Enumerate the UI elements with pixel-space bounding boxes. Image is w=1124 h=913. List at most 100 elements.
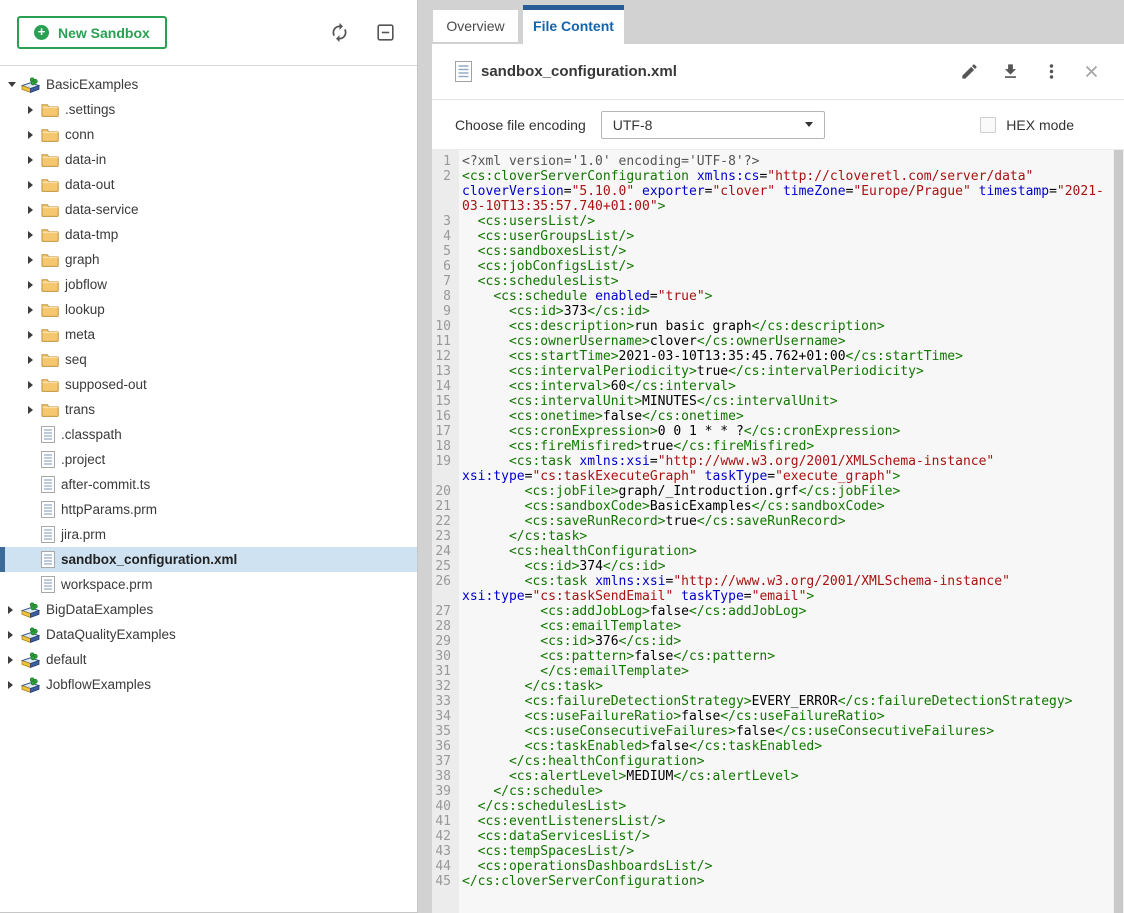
chevron-right-icon[interactable] bbox=[28, 205, 41, 215]
tree-item-jira-prm[interactable]: jira.prm bbox=[0, 522, 417, 547]
new-sandbox-button[interactable]: + New Sandbox bbox=[17, 16, 167, 49]
code-viewer[interactable]: 1<?xml version='1.0' encoding='UTF-8'?>2… bbox=[432, 150, 1124, 913]
tree-item-lookup[interactable]: lookup bbox=[0, 297, 417, 322]
tree-item-data-in[interactable]: data-in bbox=[0, 147, 417, 172]
tree-item-basicexamples[interactable]: BasicExamples bbox=[0, 72, 417, 97]
tree-item-sandbox-configuration-xml[interactable]: sandbox_configuration.xml bbox=[0, 547, 417, 572]
code-line-14: 14 <cs:interval>60</cs:interval> bbox=[432, 379, 1124, 394]
line-number: 14 bbox=[432, 379, 459, 394]
chevron-right-icon[interactable] bbox=[28, 380, 41, 390]
chevron-right-icon[interactable] bbox=[28, 355, 41, 365]
tree-item-label: BasicExamples bbox=[46, 72, 138, 97]
tree-item-dataqualityexamples[interactable]: DataQualityExamples bbox=[0, 622, 417, 647]
code-line-29: 29 <cs:id>376</cs:id> bbox=[432, 634, 1124, 649]
code-text: <cs:taskEnabled>false</cs:taskEnabled> bbox=[459, 739, 1109, 754]
tree-item-label: .project bbox=[61, 447, 105, 472]
folder-icon bbox=[41, 253, 59, 267]
more-options-icon[interactable] bbox=[1042, 62, 1061, 81]
tree-item-httpparams-prm[interactable]: httpParams.prm bbox=[0, 497, 417, 522]
line-number: 23 bbox=[432, 529, 459, 544]
file-icon bbox=[41, 526, 55, 543]
tab-file-content[interactable]: File Content bbox=[523, 5, 624, 44]
tree-item-label: conn bbox=[65, 122, 94, 147]
chevron-right-icon[interactable] bbox=[28, 130, 41, 140]
chevron-down-icon[interactable] bbox=[8, 80, 21, 90]
code-text: <cs:task xmlns:xsi="http://www.w3.org/20… bbox=[459, 454, 1109, 484]
chevron-right-icon[interactable] bbox=[28, 180, 41, 190]
chevron-right-icon[interactable] bbox=[8, 605, 21, 615]
tree-item-trans[interactable]: trans bbox=[0, 397, 417, 422]
chevron-right-icon[interactable] bbox=[28, 105, 41, 115]
tree-item-label: httpParams.prm bbox=[61, 497, 157, 522]
line-number: 4 bbox=[432, 229, 459, 244]
code-text: <cs:id>374</cs:id> bbox=[459, 559, 1109, 574]
chevron-right-icon[interactable] bbox=[28, 155, 41, 165]
tree-item-label: trans bbox=[65, 397, 95, 422]
chevron-right-icon[interactable] bbox=[8, 655, 21, 665]
tree-item-settings[interactable]: .settings bbox=[0, 97, 417, 122]
code-text: <cs:userGroupsList/> bbox=[459, 229, 1109, 244]
tree-item-label: graph bbox=[65, 247, 100, 272]
code-line-45: 45</cs:cloverServerConfiguration> bbox=[432, 874, 1124, 889]
chevron-right-icon[interactable] bbox=[8, 630, 21, 640]
code-text: <cs:useFailureRatio>false</cs:useFailure… bbox=[459, 709, 1109, 724]
code-text: <cs:onetime>false</cs:onetime> bbox=[459, 409, 1109, 424]
tree-item-after-commit-ts[interactable]: after-commit.ts bbox=[0, 472, 417, 497]
encoding-select[interactable]: UTF-8 bbox=[601, 111, 825, 139]
tree-item-label: lookup bbox=[65, 297, 105, 322]
line-number: 6 bbox=[432, 259, 459, 274]
folder-icon bbox=[41, 203, 59, 217]
tree-item-classpath[interactable]: .classpath bbox=[0, 422, 417, 447]
file-detail-panel: Overview File Content sandbox_configurat… bbox=[432, 0, 1124, 913]
chevron-right-icon[interactable] bbox=[28, 280, 41, 290]
collapse-all-icon[interactable] bbox=[377, 24, 394, 41]
explorer-toolbar-icons bbox=[329, 22, 394, 43]
code-line-36: 36 <cs:taskEnabled>false</cs:taskEnabled… bbox=[432, 739, 1124, 754]
code-content: 1<?xml version='1.0' encoding='UTF-8'?>2… bbox=[432, 150, 1124, 889]
folder-icon bbox=[41, 278, 59, 292]
tree-item-meta[interactable]: meta bbox=[0, 322, 417, 347]
chevron-right-icon[interactable] bbox=[8, 680, 21, 690]
file-tree: BasicExamples.settingsconndata-indata-ou… bbox=[0, 66, 417, 912]
code-scrollbar[interactable] bbox=[1113, 150, 1124, 913]
close-icon[interactable] bbox=[1083, 63, 1100, 80]
folder-icon bbox=[41, 328, 59, 342]
code-text: <cs:pattern>false</cs:pattern> bbox=[459, 649, 1109, 664]
chevron-right-icon[interactable] bbox=[28, 255, 41, 265]
chevron-right-icon[interactable] bbox=[28, 230, 41, 240]
tree-item-project[interactable]: .project bbox=[0, 447, 417, 472]
folder-icon bbox=[41, 303, 59, 317]
tree-item-supposed-out[interactable]: supposed-out bbox=[0, 372, 417, 397]
tree-item-graph[interactable]: graph bbox=[0, 247, 417, 272]
code-text: </cs:task> bbox=[459, 679, 1109, 694]
tree-item-data-tmp[interactable]: data-tmp bbox=[0, 222, 417, 247]
line-number: 9 bbox=[432, 304, 459, 319]
tree-item-conn[interactable]: conn bbox=[0, 122, 417, 147]
edit-icon[interactable] bbox=[960, 62, 979, 81]
tree-item-bigdataexamples[interactable]: BigDataExamples bbox=[0, 597, 417, 622]
refresh-icon[interactable] bbox=[329, 22, 350, 43]
code-text: </cs:emailTemplate> bbox=[459, 664, 1109, 679]
line-number: 1 bbox=[432, 154, 459, 169]
chevron-right-icon[interactable] bbox=[28, 405, 41, 415]
tree-item-seq[interactable]: seq bbox=[0, 347, 417, 372]
tree-item-jobflowexamples[interactable]: JobflowExamples bbox=[0, 672, 417, 697]
download-icon[interactable] bbox=[1001, 62, 1020, 81]
chevron-right-icon[interactable] bbox=[28, 305, 41, 315]
code-text: <cs:intervalPeriodicity>true</cs:interva… bbox=[459, 364, 1109, 379]
line-number: 44 bbox=[432, 859, 459, 874]
tree-item-label: jira.prm bbox=[61, 522, 106, 547]
tree-item-default[interactable]: default bbox=[0, 647, 417, 672]
tree-item-jobflow[interactable]: jobflow bbox=[0, 272, 417, 297]
tree-item-label: default bbox=[46, 647, 87, 672]
tab-overview[interactable]: Overview bbox=[433, 10, 518, 43]
sandbox-icon bbox=[21, 602, 40, 618]
scrollbar-thumb[interactable] bbox=[1114, 150, 1123, 913]
tree-item-workspace-prm[interactable]: workspace.prm bbox=[0, 572, 417, 597]
line-number: 5 bbox=[432, 244, 459, 259]
line-number: 13 bbox=[432, 364, 459, 379]
tree-item-data-service[interactable]: data-service bbox=[0, 197, 417, 222]
hex-mode-checkbox[interactable] bbox=[980, 117, 996, 133]
chevron-right-icon[interactable] bbox=[28, 330, 41, 340]
tree-item-data-out[interactable]: data-out bbox=[0, 172, 417, 197]
